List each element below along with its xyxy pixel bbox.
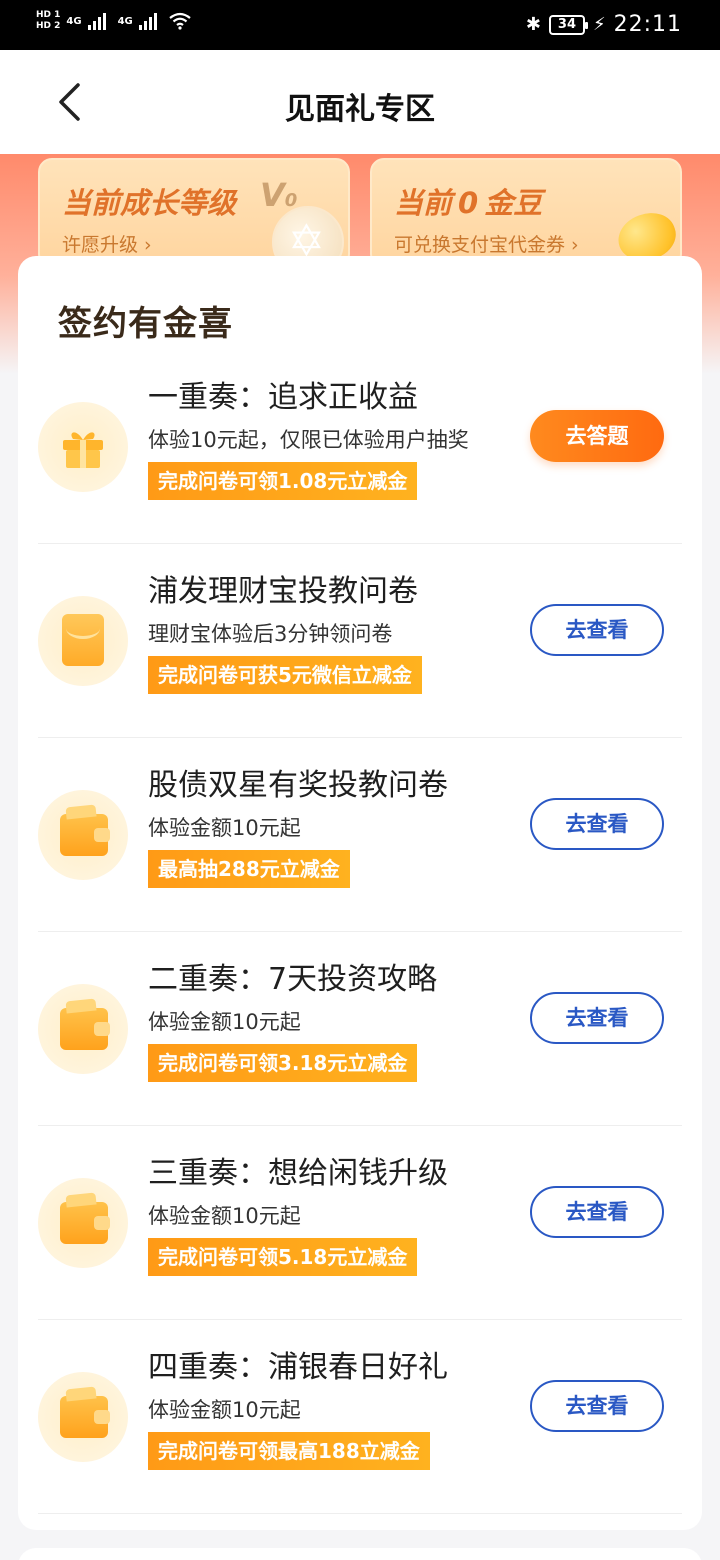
level-badge: V0: [260, 176, 297, 214]
next-section-edge: [18, 1548, 702, 1560]
reward-tag: 完成问卷可领5.18元立减金: [148, 1238, 418, 1276]
item-title: 三重奏：想给闲钱升级: [148, 1156, 448, 1191]
battery-icon: 34: [548, 14, 588, 35]
reward-tag: 最高抽288元立减金: [148, 850, 350, 888]
item-title: 浦发理财宝投教问卷: [148, 574, 418, 609]
item-desc: 体验10元起，仅限已体验用户抽奖: [148, 428, 469, 452]
item-title: 二重奏：7天投资攻略: [148, 962, 438, 997]
list-item: 三重奏：想给闲钱升级 体验金额10元起 完成问卷可领5.18元立减金 去查看: [38, 1126, 682, 1320]
gold-bean-card[interactable]: 当前 0 金豆 可兑换支付宝代金券 ›: [370, 158, 682, 268]
section-title: 签约有金喜: [58, 304, 233, 344]
page-title: 见面礼专区: [285, 92, 435, 127]
bean-unit: 金豆: [484, 186, 543, 220]
item-desc: 体验金额10元起: [148, 1398, 301, 1422]
reward-tag: 完成问卷可领3.18元立减金: [148, 1044, 418, 1082]
item-desc: 体验金额10元起: [148, 1010, 301, 1034]
reward-tag: 完成问卷可领最高188立减金: [148, 1432, 430, 1470]
view-button[interactable]: 去查看: [530, 992, 664, 1044]
status-bar: HD 1 HD 2 4G 4G ✱ 34 ⚡ 22:11: [0, 0, 720, 50]
item-desc: 理财宝体验后3分钟领问卷: [148, 622, 393, 646]
envelope-icon: [38, 596, 128, 686]
wifi-icon: [169, 12, 191, 30]
view-button[interactable]: 去查看: [530, 1186, 664, 1238]
exchange-voucher-link[interactable]: 可兑换支付宝代金券 ›: [394, 230, 579, 257]
reward-tag: 完成问卷可领1.08元立减金: [148, 462, 418, 500]
sim-indicator: HD 1 HD 2: [36, 10, 60, 32]
growth-level-title: 当前成长等级: [62, 186, 237, 220]
hd1-label: HD 1: [36, 10, 61, 20]
growth-level-card[interactable]: 当前成长等级 V0 ✡ 许愿升级 ›: [38, 158, 350, 268]
bean-prefix: 当前: [394, 186, 453, 220]
view-button[interactable]: 去查看: [530, 604, 664, 656]
list-item: 浦发理财宝投教问卷 理财宝体验后3分钟领问卷 完成问卷可获5元微信立减金 去查看: [38, 544, 682, 738]
signal-icon: [138, 12, 157, 30]
hd2-label: HD 2: [36, 21, 61, 31]
gift-icon: [38, 402, 128, 492]
view-button[interactable]: 去查看: [530, 798, 664, 850]
list-item: 四重奏：浦银春日好礼 体验金额10元起 完成问卷可领最高188立减金 去查看: [38, 1320, 682, 1514]
bean-count: 0: [458, 186, 479, 220]
main-panel: 签约有金喜 一重奏：追求正收益 体验10元起，仅限已体验用户抽奖 完成问卷可领1…: [18, 256, 702, 1530]
nav-bar: 见面礼专区: [0, 50, 720, 154]
network-type-2: 4G: [117, 15, 133, 27]
list-item: 股债双星有奖投教问卷 体验金额10元起 最高抽288元立减金 去查看: [38, 738, 682, 932]
level-letter: V: [260, 176, 285, 214]
list-item: 二重奏：7天投资攻略 体验金额10元起 完成问卷可领3.18元立减金 去查看: [38, 932, 682, 1126]
item-title: 股债双星有奖投教问卷: [148, 768, 448, 803]
list-item: 一重奏：追求正收益 体验10元起，仅限已体验用户抽奖 完成问卷可领1.08元立减…: [38, 350, 682, 544]
item-desc: 体验金额10元起: [148, 1204, 301, 1228]
reward-tag: 完成问卷可获5元微信立减金: [148, 656, 422, 694]
wallet-icon: [38, 1372, 128, 1462]
item-title: 四重奏：浦银春日好礼: [148, 1350, 448, 1385]
wallet-icon: [38, 984, 128, 1074]
signal-icon: [87, 12, 106, 30]
view-button[interactable]: 去查看: [530, 1380, 664, 1432]
answer-button[interactable]: 去答题: [530, 410, 664, 462]
clock: 22:11: [613, 12, 682, 37]
item-desc: 体验金额10元起: [148, 816, 301, 840]
charging-icon: ⚡: [592, 14, 606, 35]
wallet-icon: [38, 1178, 128, 1268]
wish-upgrade-link[interactable]: 许愿升级 ›: [62, 230, 152, 257]
wallet-icon: [38, 790, 128, 880]
network-type-1: 4G: [66, 15, 82, 27]
bluetooth-icon: ✱: [525, 14, 541, 35]
item-title: 一重奏：追求正收益: [148, 380, 418, 415]
gold-bean-title: 当前 0 金豆: [394, 180, 542, 222]
